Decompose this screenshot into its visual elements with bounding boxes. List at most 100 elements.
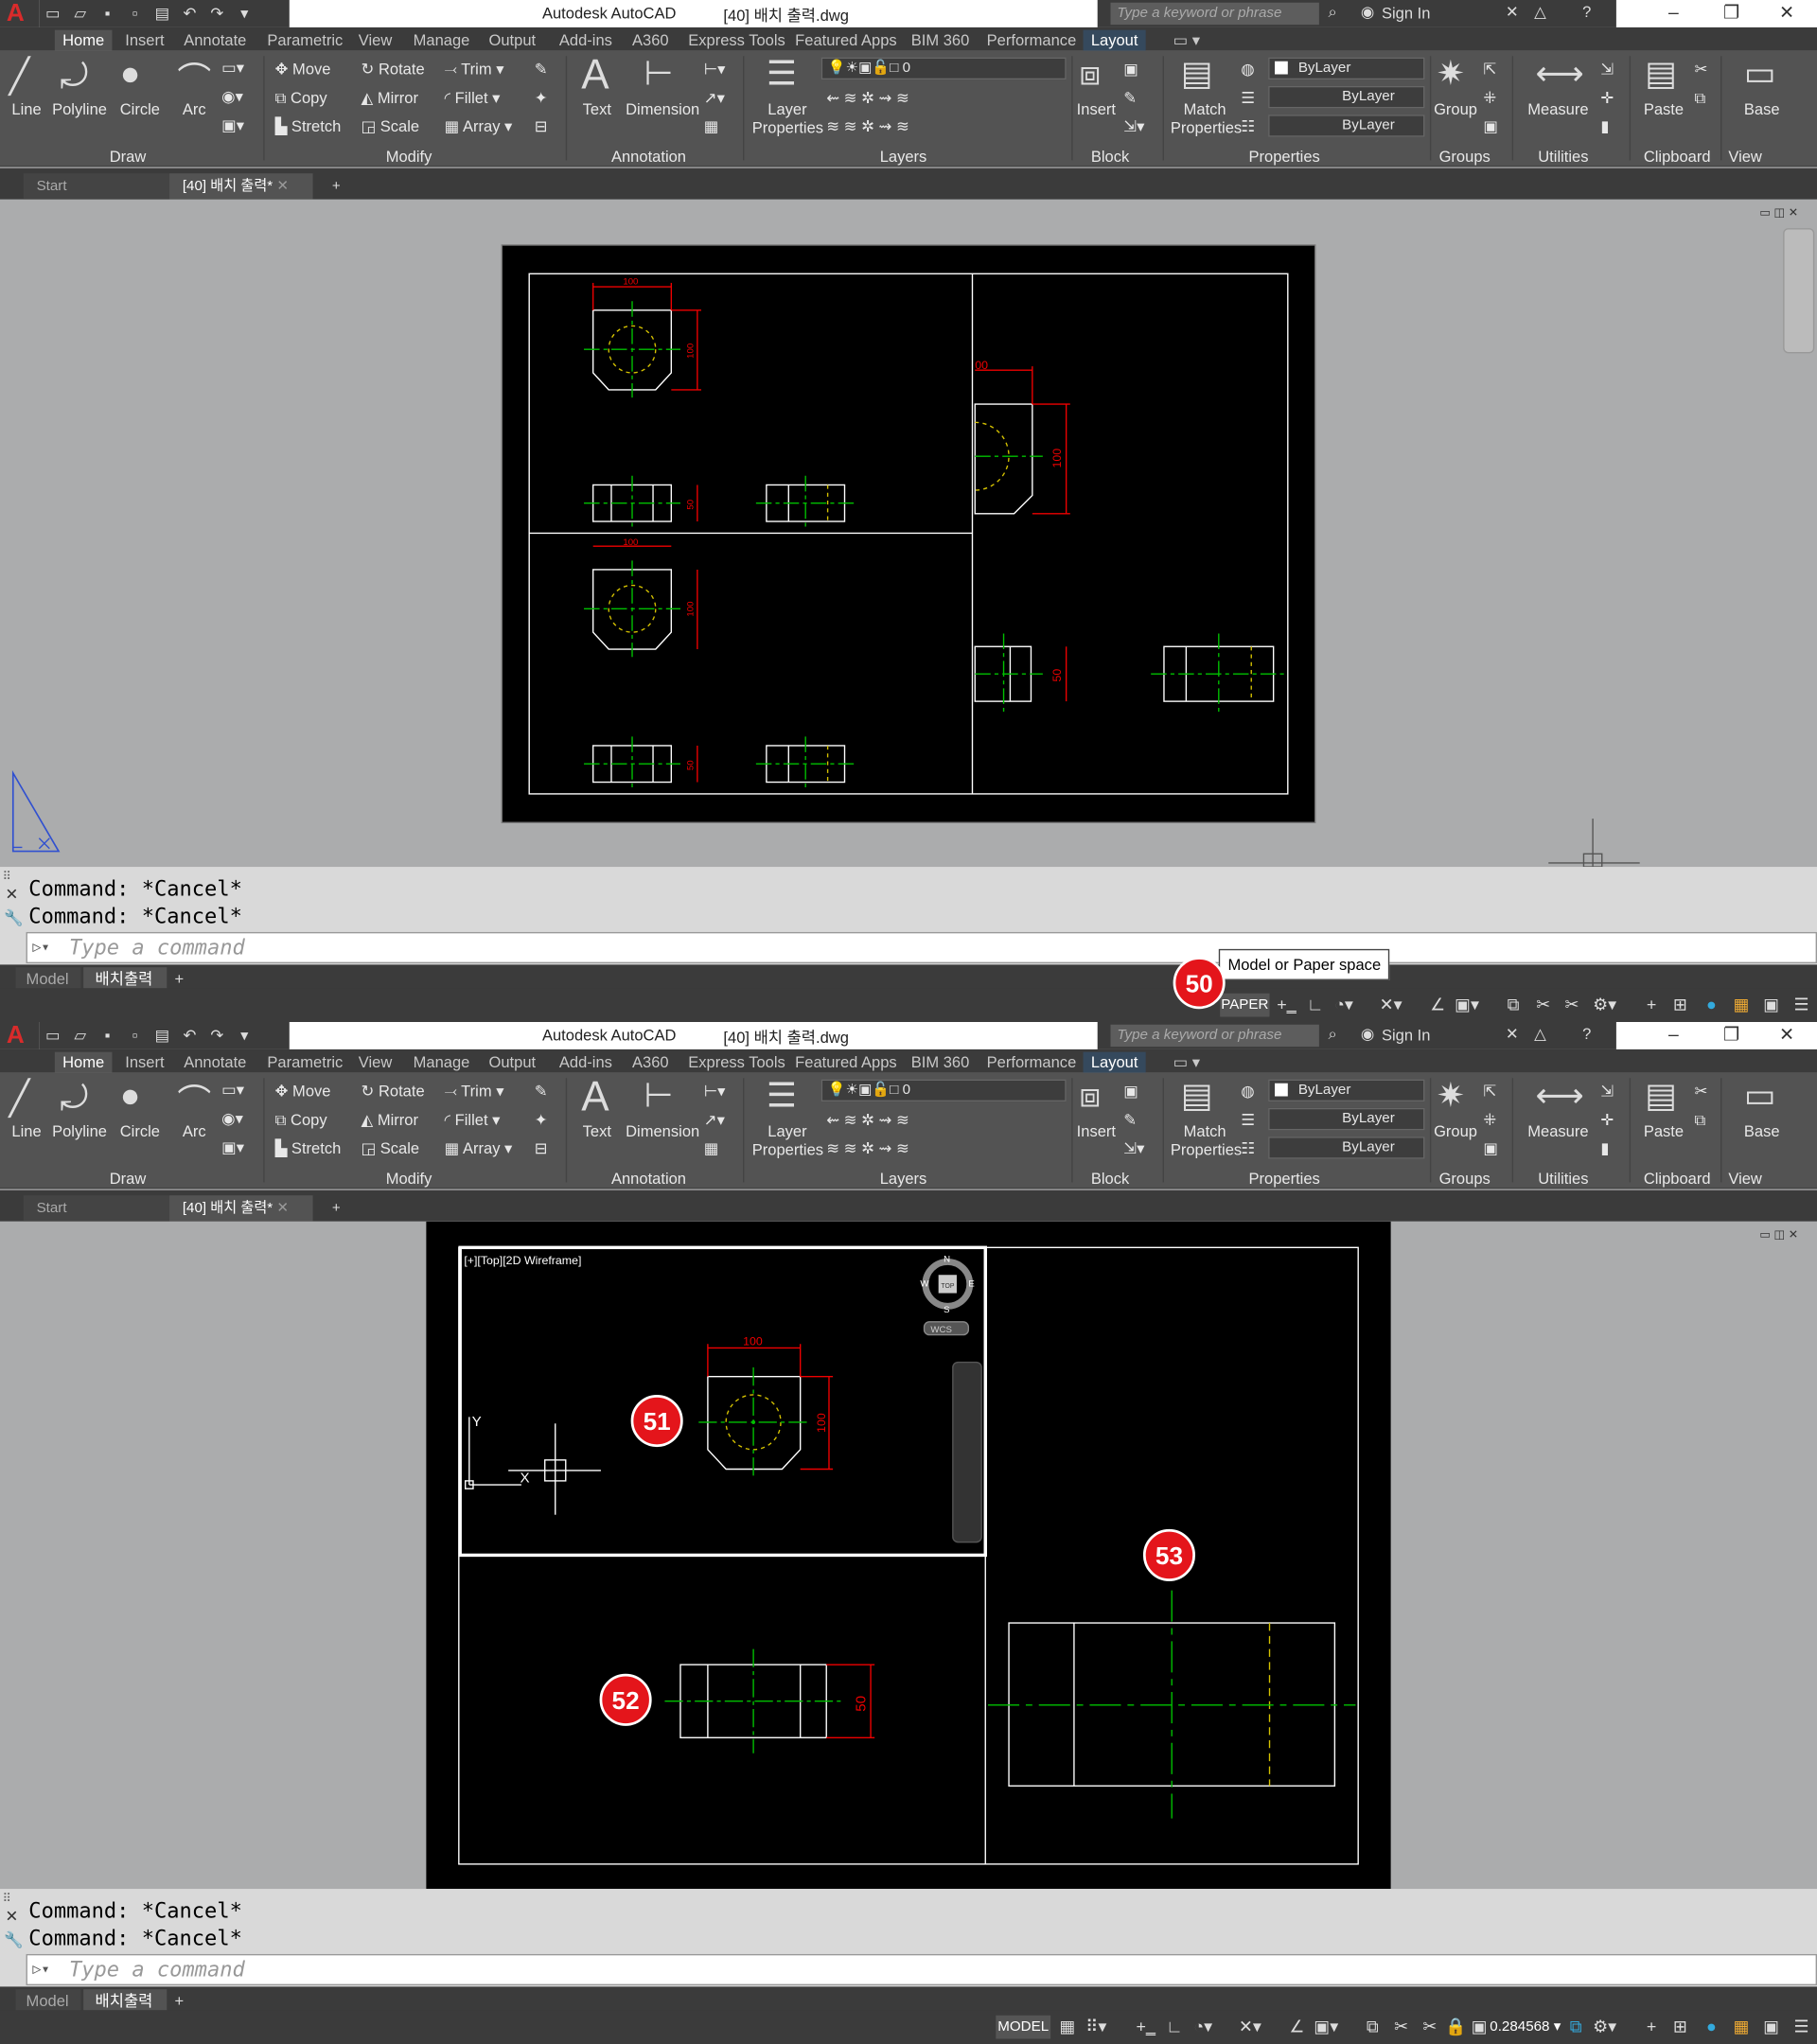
group-button[interactable]: Group — [1434, 100, 1477, 118]
quick-properties-icon[interactable]: ● — [1700, 2016, 1723, 2039]
drawing-area[interactable]: ▭ ◫ ✕ [+][Top][2D Wireframe] TOP N S E W… — [0, 1221, 1817, 1890]
qat-dropdown-icon[interactable]: ▾ — [234, 1025, 256, 1046]
open-file-icon[interactable]: ▱ — [69, 3, 91, 24]
linear-dim-icon[interactable]: ⊢▾ — [704, 1082, 726, 1100]
copy-clip-icon[interactable]: ⧉ — [1695, 89, 1706, 109]
fillet-button[interactable]: ◜ Fillet ▾ — [445, 89, 501, 107]
sync-scale-icon[interactable]: ⧉ — [1564, 2016, 1588, 2039]
ungroup-icon[interactable]: ⇱ — [1483, 1082, 1496, 1100]
annotation-monitor-icon[interactable]: + — [1640, 2016, 1664, 2039]
tab-performance[interactable]: Performance — [987, 30, 1077, 51]
isolate-icon[interactable]: ▣ — [1759, 2016, 1783, 2039]
offset-icon[interactable]: ⊟ — [535, 117, 548, 135]
hatch-icon[interactable]: ◉▾ — [221, 87, 243, 105]
table-icon[interactable]: ▦ — [704, 117, 719, 135]
layer-tools-row2[interactable]: ≋ ≋ ✲ ⇝ ≋ — [826, 1139, 909, 1157]
lock-ui-icon[interactable]: ▦ — [1730, 2016, 1754, 2039]
workspace-gear-icon[interactable]: ⚙▾ — [1593, 994, 1616, 1017]
match-properties-line1[interactable]: Match — [1184, 100, 1226, 118]
move-button[interactable]: ✥ Move — [275, 1082, 331, 1100]
line-button[interactable]: Line — [11, 100, 41, 118]
tab-annotate[interactable]: Annotate — [184, 1052, 246, 1073]
lineweight-toggle-icon[interactable]: ▣▾ — [1455, 994, 1479, 1017]
osnap-icon[interactable]: ✕▾ — [1238, 2016, 1261, 2039]
rotate-button[interactable]: ↻ Rotate — [362, 1082, 425, 1100]
new-tab-icon[interactable]: + — [324, 173, 350, 200]
tab-view[interactable]: View — [359, 30, 393, 51]
text-button[interactable]: Text — [583, 100, 611, 118]
drawing-area[interactable]: ▭ ◫ ✕ 100 100 50 100 100 50 00 100 50 — [0, 199, 1817, 868]
block-panel-label[interactable]: Block — [1091, 1170, 1129, 1188]
tab-addins[interactable]: Add-ins — [559, 30, 612, 51]
tab-view[interactable]: View — [359, 1052, 393, 1073]
annotation-visibility-icon[interactable]: ✂ — [1389, 2016, 1413, 2039]
annotation-monitor-icon[interactable]: + — [1640, 994, 1664, 1017]
draw-panel-label[interactable]: Draw — [110, 148, 147, 166]
app-menu-button[interactable]: A — [0, 1021, 40, 1049]
stretch-button[interactable]: ▙ Stretch — [275, 1139, 342, 1157]
offset-icon[interactable]: ⊟ — [535, 1139, 548, 1157]
isolate-icon[interactable]: ▣ — [1759, 994, 1783, 1017]
mirror-button[interactable]: ◭ Mirror — [362, 1111, 418, 1129]
grid-icon[interactable]: ▦ — [1056, 2016, 1080, 2039]
units-icon[interactable]: ⊞ — [1668, 2016, 1692, 2039]
exchange-icon[interactable]: ✕ — [1506, 1025, 1519, 1043]
new-tab-icon[interactable]: + — [324, 1195, 350, 1222]
calculator-icon[interactable]: ▮ — [1600, 117, 1609, 135]
view-panel-label[interactable]: View — [1728, 1170, 1762, 1188]
clipboard-panel-label[interactable]: Clipboard — [1644, 1170, 1711, 1188]
color-combo[interactable]: ByLayer — [1268, 1079, 1425, 1102]
tab-a360[interactable]: A360 — [632, 30, 669, 51]
group-button[interactable]: Group — [1434, 1122, 1477, 1140]
region-icon[interactable]: ▣▾ — [221, 1138, 244, 1156]
dimension-button[interactable]: Dimension — [626, 100, 699, 118]
linear-dim-icon[interactable]: ⊢▾ — [704, 60, 726, 78]
insert-button[interactable]: Insert — [1077, 100, 1116, 118]
lineweight-icon[interactable]: ☷ — [1241, 1139, 1255, 1157]
save-as-icon[interactable]: ▫ — [124, 3, 146, 24]
linetype-combo[interactable]: ByLayer — [1268, 1107, 1425, 1131]
lineweight-icon[interactable]: ☷ — [1241, 117, 1255, 135]
match-properties-line1[interactable]: Match — [1184, 1122, 1226, 1140]
rectangle-icon[interactable]: ▭▾ — [221, 59, 244, 77]
command-prompt-icon[interactable]: ▷▾ — [32, 933, 49, 961]
modify-panel-label[interactable]: Modify — [386, 148, 432, 166]
create-block-icon[interactable]: ▣ — [1123, 60, 1138, 78]
close-command-icon[interactable]: ✕ — [6, 885, 19, 903]
save-icon[interactable]: ▪ — [97, 1025, 118, 1046]
annotation-panel-label[interactable]: Annotation — [611, 148, 686, 166]
document-tab[interactable]: [40] 배치 출력* ✕ — [169, 173, 313, 200]
explode-icon[interactable]: ✦ — [535, 89, 548, 107]
color-wheel-icon[interactable]: ◍ — [1241, 60, 1254, 78]
tab-manage[interactable]: Manage — [414, 30, 470, 51]
wcs-label[interactable]: WCS — [930, 1325, 951, 1335]
match-properties-line2[interactable]: Properties — [1171, 1140, 1242, 1158]
annotation-scale-icon[interactable]: ⧉ — [1361, 2016, 1385, 2039]
rectangle-icon[interactable]: ▭▾ — [221, 1081, 244, 1099]
units-icon[interactable]: ⊞ — [1668, 994, 1692, 1017]
paste-button[interactable]: Paste — [1644, 1122, 1684, 1140]
trim-button[interactable]: ⤙ Trim ▾ — [445, 60, 504, 79]
color-combo[interactable]: ByLayer — [1268, 57, 1425, 80]
help-icon[interactable]: ? — [1582, 1025, 1591, 1043]
help-icon[interactable]: ? — [1582, 3, 1591, 21]
attribute-icon[interactable]: ⇲▾ — [1123, 117, 1144, 135]
layer-combo[interactable]: 💡☀▣🔓□ 0 — [820, 57, 1067, 80]
view-panel-label[interactable]: View — [1728, 148, 1762, 166]
binoculars-icon[interactable]: ⌕ — [1328, 3, 1336, 23]
utilities-panel-label[interactable]: Utilities — [1538, 1170, 1588, 1188]
tab-parametric[interactable]: Parametric — [267, 30, 343, 51]
new-file-icon[interactable]: ▭ — [42, 1025, 63, 1046]
layer-properties-line2[interactable]: Properties — [752, 1140, 823, 1158]
annotation-panel-label[interactable]: Annotation — [611, 1170, 686, 1188]
groups-panel-label[interactable]: Groups — [1439, 1170, 1491, 1188]
close-icon[interactable]: ✕ — [1779, 1, 1794, 23]
edit-block-icon[interactable]: ✎ — [1123, 1111, 1137, 1129]
polyline-button[interactable]: Polyline — [52, 100, 107, 118]
start-tab[interactable]: Start — [23, 1195, 170, 1222]
search-input[interactable]: Type a keyword or phrase — [1110, 2, 1319, 26]
snap-icon[interactable]: +‗ — [1275, 994, 1298, 1017]
groups-panel-label[interactable]: Groups — [1439, 148, 1491, 166]
create-block-icon[interactable]: ▣ — [1123, 1082, 1138, 1100]
binoculars-icon[interactable]: ⌕ — [1328, 1025, 1336, 1045]
